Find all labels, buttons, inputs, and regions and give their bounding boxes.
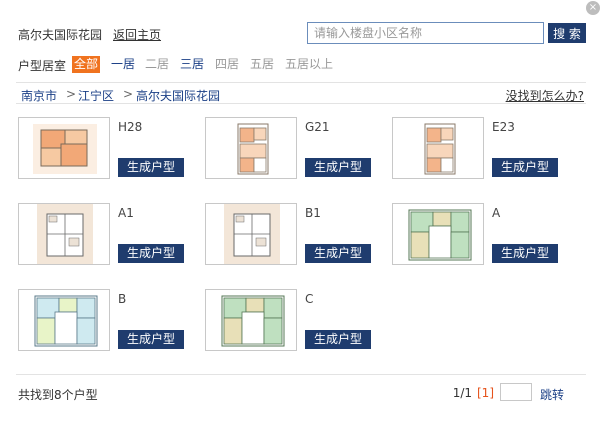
floorplan-thumbnail[interactable] (205, 203, 297, 265)
search-input[interactable] (307, 22, 544, 44)
breadcrumb-district[interactable]: 江宁区 (78, 87, 114, 104)
filter-5plus-room[interactable]: 五居以上 (283, 56, 335, 73)
filter-3-room[interactable]: 三居 (178, 56, 206, 73)
page-number-input[interactable] (500, 383, 532, 401)
floorplan-name: A1 (118, 206, 134, 220)
floorplan-name: B (118, 292, 127, 306)
filter-5-room[interactable]: 五居 (248, 56, 276, 73)
generate-floorplan-button[interactable]: 生成户型 (492, 244, 558, 263)
filter-2-room[interactable]: 二居 (143, 56, 171, 73)
floorplan-thumbnail[interactable] (18, 203, 110, 265)
filter-1-room[interactable]: 一居 (109, 56, 137, 73)
floorplan-card: H28 生成户型 (18, 117, 198, 181)
page-indicator: 1/1 (452, 386, 472, 400)
room-filter-bar: 户型居室 全部 一居 二居 三居 四居 五居 五居以上 (16, 56, 586, 74)
floorplan-thumbnail[interactable] (18, 117, 110, 179)
floorplan-thumbnail[interactable] (18, 289, 110, 351)
generate-floorplan-button[interactable]: 生成户型 (118, 158, 184, 177)
filter-4-room[interactable]: 四居 (213, 56, 241, 73)
search-button[interactable]: 搜 索 (548, 23, 586, 43)
breadcrumb-separator: > (66, 87, 77, 101)
breadcrumb: 南京市 > 江宁区 > 高尔夫国际花园 没找到怎么办? (16, 82, 586, 104)
current-page-link[interactable]: [1] (477, 386, 494, 400)
floorplan-thumbnail[interactable] (392, 203, 484, 265)
generate-floorplan-button[interactable]: 生成户型 (118, 244, 184, 263)
floorplan-name: G21 (305, 120, 330, 134)
floorplan-card: B 生成户型 (18, 289, 198, 353)
floorplan-name: A (492, 206, 501, 220)
floorplan-card: G21 生成户型 (205, 117, 385, 181)
close-icon[interactable]: × (586, 1, 600, 15)
floorplan-card: C 生成户型 (205, 289, 385, 353)
floorplan-card: A1 生成户型 (18, 203, 198, 267)
floorplan-card: A 生成户型 (392, 203, 572, 267)
jump-button[interactable]: 跳转 (540, 386, 564, 403)
generate-floorplan-button[interactable]: 生成户型 (118, 330, 184, 349)
floorplan-name: B1 (305, 206, 321, 220)
floorplan-name: E23 (492, 120, 515, 134)
result-count: 共找到8个户型 (18, 388, 98, 402)
header: 高尔夫国际花园 返回主页 搜 索 (16, 20, 586, 46)
floorplan-name: H28 (118, 120, 143, 134)
floorplan-thumbnail[interactable] (205, 117, 297, 179)
breadcrumb-separator: > (123, 87, 134, 101)
generate-floorplan-button[interactable]: 生成户型 (305, 158, 371, 177)
estate-title: 高尔夫国际花园 (18, 28, 103, 42)
floorplan-name: C (305, 292, 314, 306)
floorplan-card: E23 生成户型 (392, 117, 572, 181)
back-home-link[interactable]: 返回主页 (113, 26, 161, 43)
floorplan-thumbnail[interactable] (392, 117, 484, 179)
floorplan-thumbnail[interactable] (205, 289, 297, 351)
help-link[interactable]: 没找到怎么办? (506, 87, 584, 104)
generate-floorplan-button[interactable]: 生成户型 (305, 330, 371, 349)
pagination-footer: 共找到8个户型 1/1 [1] 跳转 (16, 374, 586, 406)
filter-all[interactable]: 全部 (72, 56, 101, 73)
generate-floorplan-button[interactable]: 生成户型 (492, 158, 558, 177)
generate-floorplan-button[interactable]: 生成户型 (305, 244, 371, 263)
filter-label: 户型居室 (18, 59, 67, 73)
breadcrumb-estate[interactable]: 高尔夫国际花园 (136, 87, 220, 104)
floorplan-card: B1 生成户型 (205, 203, 385, 267)
breadcrumb-city[interactable]: 南京市 (21, 87, 57, 104)
